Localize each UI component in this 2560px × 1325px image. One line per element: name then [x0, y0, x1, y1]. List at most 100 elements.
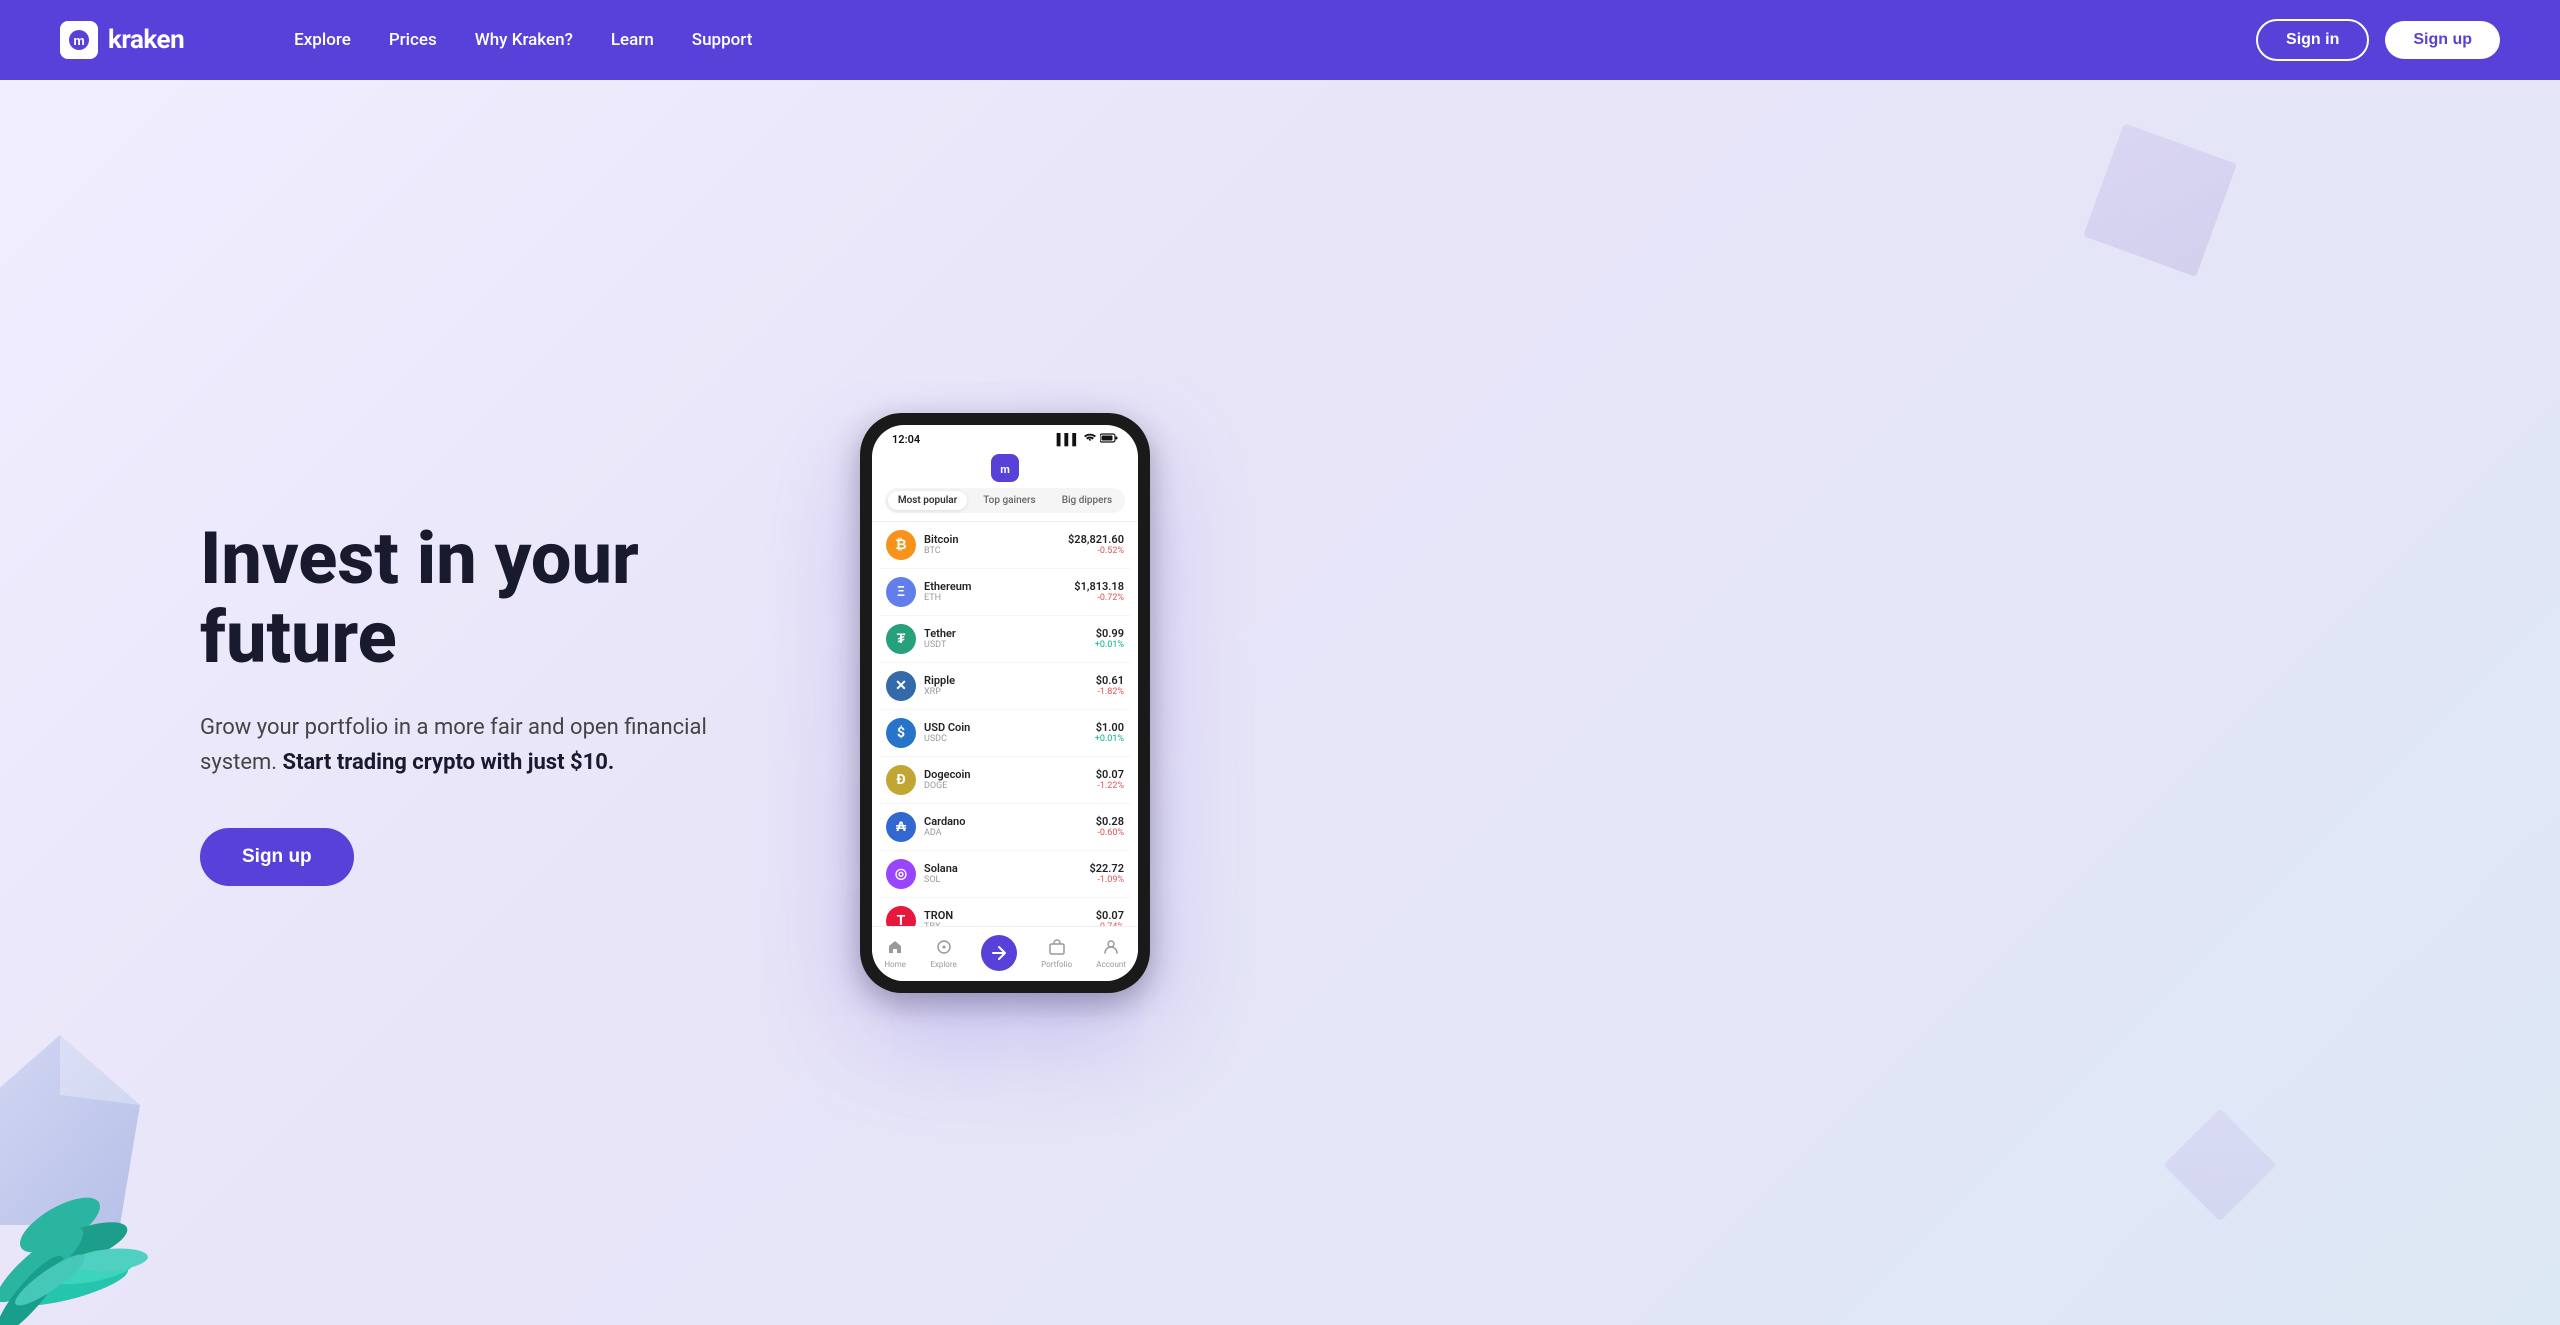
crypto-symbol: ETH: [924, 593, 971, 603]
battery-icon: [1100, 433, 1118, 446]
crypto-info: ₿ Bitcoin BTC: [886, 530, 959, 560]
crypto-list-item[interactable]: ₳ Cardano ADA $0.28 -0.60%: [880, 804, 1130, 851]
crypto-price: $28,821.60: [1068, 533, 1124, 546]
crypto-price-info: $0.07 -0.74%: [1096, 909, 1124, 926]
crypto-name: Ethereum: [924, 580, 971, 593]
crypto-names: Ethereum ETH: [924, 580, 971, 603]
phone-status-bar: 12:04 ▌▌▌: [872, 425, 1138, 450]
crypto-name: Bitcoin: [924, 533, 959, 546]
crypto-name: Cardano: [924, 815, 965, 828]
phone-nav-explore[interactable]: Explore: [930, 936, 956, 969]
crypto-list-item[interactable]: Ð Dogecoin DOGE $0.07 -1.22%: [880, 757, 1130, 804]
home-nav-label: Home: [884, 960, 906, 969]
phone-app-header: m Most popular Top gainers Big dippers: [872, 450, 1138, 522]
crypto-symbol: BTC: [924, 546, 959, 556]
explore-nav-label: Explore: [930, 960, 956, 969]
signin-button[interactable]: Sign in: [2256, 19, 2369, 61]
hero-title: Invest in your future: [200, 519, 780, 677]
crypto-info: ₮ Tether USDT: [886, 624, 956, 654]
crypto-price-info: $1,813.18 -0.72%: [1074, 580, 1124, 603]
crypto-list-item[interactable]: ✕ Ripple XRP $0.61 -1.82%: [880, 663, 1130, 710]
tab-big-dippers[interactable]: Big dippers: [1052, 491, 1122, 510]
nav-link-support[interactable]: Support: [692, 30, 753, 50]
crypto-change: -1.09%: [1089, 875, 1124, 885]
crypto-price-info: $28,821.60 -0.52%: [1068, 533, 1124, 556]
crypto-icon: Ð: [886, 765, 916, 795]
crypto-list-item[interactable]: ₿ Bitcoin BTC $28,821.60 -0.52%: [880, 522, 1130, 569]
nav-link-prices[interactable]: Prices: [389, 30, 437, 50]
crypto-name: Tether: [924, 627, 956, 640]
phone-device: 12:04 ▌▌▌ m: [860, 413, 1150, 993]
crypto-price-info: $1.00 +0.01%: [1095, 721, 1124, 744]
crypto-change: -0.72%: [1074, 593, 1124, 603]
hero-title-line1: Invest in your: [200, 516, 639, 601]
phone-nav-home[interactable]: Home: [884, 936, 906, 969]
crypto-price: $0.07: [1096, 768, 1124, 781]
crypto-list-item[interactable]: ◎ Solana SOL $22.72 -1.09%: [880, 851, 1130, 898]
status-time: 12:04: [892, 433, 920, 446]
crypto-name: TRON: [924, 909, 953, 922]
logo-text: kraken: [108, 25, 184, 55]
crypto-icon: Ξ: [886, 577, 916, 607]
crypto-price-info: $0.28 -0.60%: [1096, 815, 1124, 838]
leaves-decoration: [0, 1025, 200, 1325]
nav-link-learn[interactable]: Learn: [611, 30, 654, 50]
crypto-icon: ₳: [886, 812, 916, 842]
crypto-info: ✕ Ripple XRP: [886, 671, 955, 701]
logo-icon: m: [60, 21, 98, 59]
portfolio-nav-label: Portfolio: [1041, 960, 1072, 969]
crypto-price-info: $0.07 -1.22%: [1096, 768, 1124, 791]
crypto-names: Bitcoin BTC: [924, 533, 959, 556]
crypto-symbol: DOGE: [924, 781, 971, 791]
phone-mockup-wrapper: 12:04 ▌▌▌ m: [860, 413, 1150, 993]
tab-most-popular[interactable]: Most popular: [888, 491, 967, 510]
crypto-name: Solana: [924, 862, 958, 875]
crypto-list-item[interactable]: ₮ Tether USDT $0.99 +0.01%: [880, 616, 1130, 663]
crypto-names: TRON TRX: [924, 909, 953, 926]
crypto-names: Tether USDT: [924, 627, 956, 650]
crypto-icon: ✕: [886, 671, 916, 701]
nav-link-explore[interactable]: Explore: [294, 30, 351, 50]
crypto-change: -0.52%: [1068, 546, 1124, 556]
crypto-icon: $: [886, 718, 916, 748]
phone-bottom-nav: Home Explore: [872, 926, 1138, 981]
crypto-price: $1,813.18: [1074, 580, 1124, 593]
account-nav-label: Account: [1096, 960, 1126, 969]
trade-center-button[interactable]: [981, 935, 1017, 971]
tab-top-gainers[interactable]: Top gainers: [973, 491, 1045, 510]
crypto-icon: ₿: [886, 530, 916, 560]
decoration-left: [0, 825, 220, 1325]
nav-links: Explore Prices Why Kraken? Learn Support: [234, 0, 812, 80]
phone-screen: 12:04 ▌▌▌ m: [872, 425, 1138, 981]
crypto-list-item[interactable]: Ξ Ethereum ETH $1,813.18 -0.72%: [880, 569, 1130, 616]
crypto-price-info: $22.72 -1.09%: [1089, 862, 1124, 885]
crypto-names: USD Coin USDC: [924, 721, 970, 744]
logo[interactable]: m kraken: [60, 21, 184, 59]
crypto-info: Ξ Ethereum ETH: [886, 577, 971, 607]
crypto-info: $ USD Coin USDC: [886, 718, 970, 748]
phone-nav-trade[interactable]: [981, 935, 1017, 971]
crypto-price: $22.72: [1089, 862, 1124, 875]
crypto-list: ₿ Bitcoin BTC $28,821.60 -0.52% Ξ Ethere…: [872, 522, 1138, 926]
crypto-name: Ripple: [924, 674, 955, 687]
signup-hero-button[interactable]: Sign up: [200, 828, 354, 886]
signup-nav-button[interactable]: Sign up: [2385, 21, 2500, 59]
crypto-list-item[interactable]: $ USD Coin USDC $1.00 +0.01%: [880, 710, 1130, 757]
account-icon: [1100, 936, 1122, 958]
crypto-names: Dogecoin DOGE: [924, 768, 971, 791]
crypto-list-item[interactable]: T TRON TRX $0.07 -0.74%: [880, 898, 1130, 926]
phone-app-logo: m: [991, 454, 1019, 482]
crypto-info: T TRON TRX: [886, 906, 953, 926]
phone-nav-account[interactable]: Account: [1096, 936, 1126, 969]
crypto-price: $1.00: [1095, 721, 1124, 734]
crypto-info: ₳ Cardano ADA: [886, 812, 965, 842]
crypto-price: $0.61: [1096, 674, 1124, 687]
wifi-icon: [1084, 433, 1096, 446]
crypto-symbol: USDT: [924, 640, 956, 650]
crypto-icon: T: [886, 906, 916, 926]
crypto-price: $0.07: [1096, 909, 1124, 922]
nav-link-why-kraken[interactable]: Why Kraken?: [475, 30, 573, 50]
crypto-symbol: ADA: [924, 828, 965, 838]
phone-nav-portfolio[interactable]: Portfolio: [1041, 936, 1072, 969]
crypto-icon: ◎: [886, 859, 916, 889]
